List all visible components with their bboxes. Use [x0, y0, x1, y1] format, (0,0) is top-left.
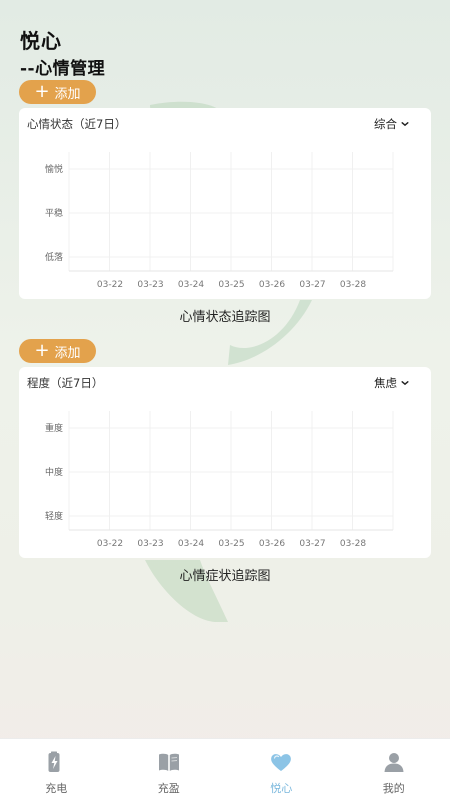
mood-chart: 愉悦平稳低落 03-22 03-23 03-24 03-25 03-26 03-27 03-2…	[45, 152, 394, 290]
symptom-chart-title: 程度（近7日）	[27, 376, 104, 390]
heart-icon	[271, 754, 292, 771]
symptom-chart: 重度中度轻度 03-22 03-23 03-24 03-25 03-26 03-27 03-2…	[45, 411, 394, 549]
tab-joyful[interactable]: 悦心	[225, 739, 338, 800]
book-icon	[158, 753, 179, 771]
x-tick-label: 03-22	[97, 280, 123, 290]
symptom-chart-card: 重度中度轻度 03-22 03-23 03-24 03-25 03-26 03-27 03-2…	[19, 367, 431, 558]
add-button-label: 添加	[54, 345, 81, 361]
x-tick-label: 03-27	[299, 280, 325, 290]
mood-chart-caption: 心情状态追踪图	[179, 310, 271, 325]
y-tick-label: 低落	[45, 251, 63, 263]
chart-grid	[68, 411, 394, 531]
mood-chart-card: 愉悦平稳低落 03-22 03-23 03-24 03-25 03-26 03-27 03-2…	[19, 108, 431, 299]
page-subtitle: --心情管理	[20, 59, 106, 79]
tab-charge[interactable]: 充电	[0, 739, 113, 800]
plus-icon: +	[34, 81, 50, 102]
y-tick-label: 中度	[45, 466, 63, 478]
add-button-label: 添加	[54, 86, 81, 102]
chevron-down-icon	[401, 381, 409, 386]
tab-label: 充电	[45, 782, 68, 795]
bottom-tab-bar: 充电 充盈 悦心 我的	[0, 738, 450, 800]
tab-label: 充盈	[157, 782, 180, 795]
x-tick-label: 03-23	[137, 280, 163, 290]
x-tick-label: 03-23	[137, 539, 163, 549]
symptom-chart-caption: 心情症状追踪图	[179, 569, 271, 584]
x-tick-label: 03-25	[218, 539, 244, 549]
y-tick-label: 愉悦	[45, 163, 63, 175]
x-tick-label: 03-28	[340, 280, 366, 290]
symptom-type-dropdown[interactable]: 焦虑	[374, 375, 409, 391]
y-tick-label: 轻度	[45, 510, 63, 522]
x-tick-label: 03-27	[299, 539, 325, 549]
y-tick-label: 平稳	[45, 207, 63, 219]
x-tick-label: 03-24	[178, 539, 204, 549]
mood-type-selected: 综合	[374, 117, 397, 131]
x-tick-label: 03-25	[218, 280, 244, 290]
plus-icon: +	[34, 340, 50, 361]
x-tick-label: 03-22	[97, 539, 123, 549]
add-symptom-button[interactable]: + 添加	[19, 339, 96, 363]
tab-mine[interactable]: 我的	[338, 739, 450, 800]
chart-grid	[68, 152, 394, 272]
user-icon	[384, 753, 404, 772]
tab-label: 悦心	[270, 782, 293, 795]
symptom-type-selected: 焦虑	[374, 376, 397, 390]
y-tick-label: 重度	[45, 422, 63, 434]
page-title: 悦心	[20, 29, 62, 53]
x-tick-label: 03-28	[340, 539, 366, 549]
x-tick-label: 03-24	[178, 280, 204, 290]
tab-fulfill[interactable]: 充盈	[113, 739, 226, 800]
mood-type-dropdown[interactable]: 综合	[374, 116, 409, 132]
battery-bolt-icon	[48, 751, 60, 772]
tab-label: 我的	[382, 782, 405, 795]
add-mood-button[interactable]: + 添加	[19, 80, 96, 104]
x-tick-label: 03-26	[259, 280, 285, 290]
mood-chart-title: 心情状态（近7日）	[27, 117, 127, 131]
x-tick-label: 03-26	[259, 539, 285, 549]
chevron-down-icon	[401, 122, 409, 127]
